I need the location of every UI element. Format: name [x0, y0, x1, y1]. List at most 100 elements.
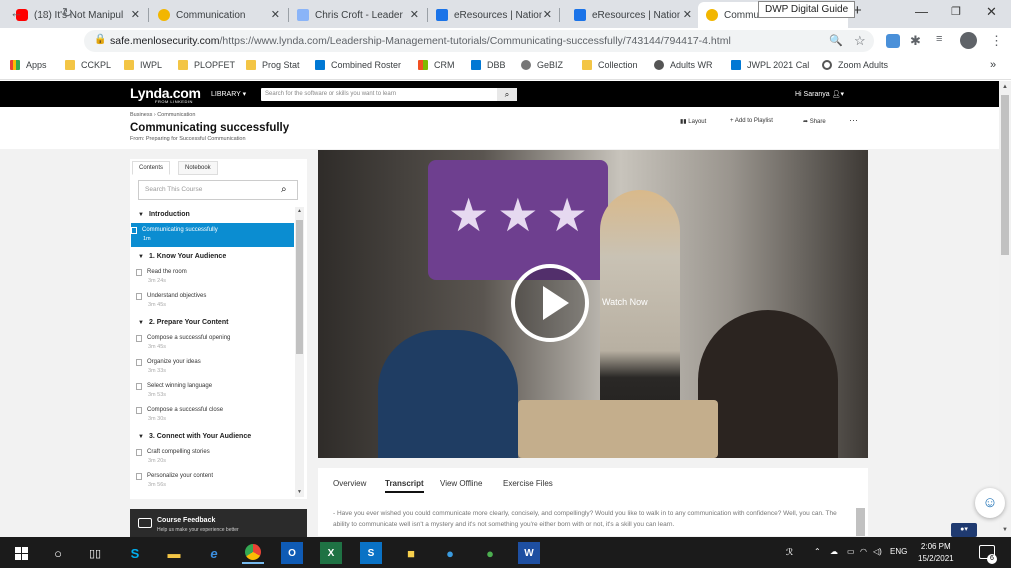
close-icon[interactable]: ✕	[543, 8, 552, 21]
star-icon[interactable]: ☆	[854, 33, 866, 49]
section-prepare-content[interactable]: ▼ 2. Prepare Your Content	[138, 319, 228, 326]
close-icon[interactable]: ✕	[131, 8, 140, 21]
zoom-search-icon[interactable]: 🔍	[829, 34, 843, 47]
tab-youtube[interactable]: (18) It's Not Manipul ✕	[8, 2, 146, 28]
close-window-button[interactable]: ✕	[986, 4, 997, 20]
scroll-up-icon[interactable]: ▲	[1002, 84, 1008, 90]
tab-exercise-files[interactable]: Exercise Files	[503, 479, 553, 488]
site-search-input[interactable]: Search for the software or skills you wa…	[261, 88, 517, 101]
watch-now-label[interactable]: Watch Now	[602, 297, 648, 307]
video-item[interactable]: Read the room 3m 24s	[136, 269, 294, 284]
breadcrumb[interactable]: Business › Communication	[130, 112, 195, 118]
video-player[interactable]: ★★★	[318, 150, 868, 458]
file-explorer-icon[interactable]: ▬	[163, 542, 185, 564]
chevron-up-icon[interactable]: ⌃	[814, 547, 821, 556]
video-item[interactable]: Compose a successful close 3m 30s	[136, 407, 294, 422]
back-arrow-icon[interactable]: ←	[10, 5, 23, 20]
scroll-down-icon[interactable]: ▼	[1002, 527, 1008, 533]
video-item[interactable]: Select winning language 3m 53s	[136, 383, 294, 398]
language-indicator[interactable]: ENG	[890, 547, 907, 556]
tab-eresources-1[interactable]: eResources | Nationa ✕	[428, 2, 558, 28]
extension-icon[interactable]	[886, 34, 900, 48]
tab-chris-croft[interactable]: Chris Croft - Leaders ✕	[289, 2, 425, 28]
chrome-icon[interactable]	[242, 542, 264, 564]
puzzle-icon[interactable]: ✱	[910, 33, 921, 49]
search-icon[interactable]: ⌕	[497, 88, 517, 101]
reading-list-icon[interactable]: ≡	[936, 33, 942, 45]
scroll-up-icon[interactable]: ▲	[297, 208, 302, 214]
app-icon[interactable]: ●	[439, 542, 461, 564]
globe-icon[interactable]: ●	[479, 542, 501, 564]
more-options-icon[interactable]: ···	[849, 115, 858, 125]
search-icon[interactable]: ○	[47, 542, 69, 564]
bookmark-apps[interactable]: Apps	[10, 60, 47, 70]
video-item[interactable]: Craft compelling stories 3m 20s	[136, 449, 294, 464]
sidebar-scroll-thumb[interactable]	[296, 220, 303, 354]
url-field[interactable]: 🔒 safe.menlosecurity.com/https://www.lyn…	[84, 30, 874, 52]
tab-overview[interactable]: Overview	[333, 479, 366, 488]
people-icon[interactable]: ℛ	[786, 547, 793, 558]
bookmark-folder[interactable]: Collection	[582, 60, 638, 70]
bookmark-sharepoint[interactable]: JWPL 2021 Cal	[731, 60, 809, 70]
bookmark-folder[interactable]: CCKPL	[65, 60, 111, 70]
video-item[interactable]: Organize your ideas 3m 33s	[136, 359, 294, 374]
system-clock[interactable]: 2:06 PM 15/2/2021	[918, 541, 954, 565]
chat-help-icon[interactable]: ☺	[975, 488, 1005, 518]
section-know-audience[interactable]: ▼ 1. Know Your Audience	[138, 253, 226, 260]
bookmark-crm[interactable]: CRM	[418, 60, 455, 70]
tab-eresources-2[interactable]: eResources | Nationa ✕	[566, 2, 698, 28]
bookmark-sharepoint[interactable]: DBB	[471, 60, 506, 70]
transcript-text[interactable]: - Have you ever wished you could communi…	[333, 508, 843, 536]
video-item-selected[interactable]: Communicating successfully 1m	[131, 223, 294, 247]
section-connect-audience[interactable]: ▼ 3. Connect with Your Audience	[138, 433, 251, 440]
scroll-down-icon[interactable]: ▼	[297, 489, 302, 495]
word-icon[interactable]: W	[518, 542, 540, 564]
restore-button[interactable]: ❐	[951, 5, 961, 18]
sharepoint-icon[interactable]: S	[360, 542, 382, 564]
forward-arrow-icon[interactable]: →	[37, 5, 50, 20]
close-icon[interactable]: ✕	[271, 8, 280, 21]
bookmark-folder[interactable]: Prog Stat	[246, 60, 300, 70]
profile-icon[interactable]	[960, 32, 977, 49]
tab-notebook[interactable]: Notebook	[178, 161, 218, 175]
video-item[interactable]: Personalize your content 3m 56s	[136, 473, 294, 488]
task-view-icon[interactable]: ▯▯	[84, 542, 106, 564]
play-button[interactable]	[511, 264, 589, 342]
close-icon[interactable]: ✕	[683, 8, 692, 21]
tab-view-offline[interactable]: View Offline	[440, 479, 482, 488]
windows-start-icon[interactable]	[10, 542, 32, 564]
more-bookmarks-icon[interactable]: »	[990, 59, 996, 71]
library-menu[interactable]: LIBRARY ▾	[211, 90, 246, 98]
page-scroll-thumb[interactable]	[1001, 95, 1009, 255]
course-feedback-button[interactable]: Course Feedback Help us make your experi…	[130, 509, 307, 539]
bookmark-adults-wr[interactable]: Adults WR	[654, 60, 713, 70]
wifi-icon[interactable]: ◠	[860, 547, 867, 556]
skype-icon[interactable]: S	[124, 542, 146, 564]
bookmark-zoom[interactable]: Zoom Adults	[822, 60, 888, 70]
search-icon[interactable]: ⌕	[281, 184, 287, 195]
minimize-button[interactable]: —	[915, 4, 928, 19]
layout-button[interactable]: ▮▮ Layout	[680, 118, 706, 125]
menu-icon[interactable]: ⋮	[990, 33, 1003, 49]
course-search-input[interactable]: Search This Course	[138, 180, 298, 200]
video-item[interactable]: Compose a successful opening 3m 45s	[136, 335, 294, 350]
sticky-notes-icon[interactable]: ■	[400, 542, 422, 564]
tab-contents[interactable]: Contents	[132, 161, 171, 175]
share-button[interactable]: ➦ Share	[803, 118, 826, 125]
transcript-scroll-thumb[interactable]	[856, 508, 865, 536]
reload-icon[interactable]: ↻	[62, 5, 73, 21]
excel-icon[interactable]: X	[320, 542, 342, 564]
course-source[interactable]: From: Preparing for Successful Communica…	[130, 136, 246, 142]
bookmark-gebiz[interactable]: GeBIZ	[521, 60, 563, 70]
outlook-icon[interactable]: O	[281, 542, 303, 564]
add-to-playlist-button[interactable]: + Add to Playlist	[730, 118, 773, 124]
section-introduction[interactable]: ▼ Introduction	[138, 211, 190, 218]
volume-icon[interactable]: ◁)	[873, 547, 882, 556]
user-menu[interactable]: Hi Saranya 👤︎▾	[795, 90, 844, 98]
bookmark-sharepoint[interactable]: Combined Roster	[315, 60, 401, 70]
video-item[interactable]: Understand objectives 3m 45s	[136, 293, 294, 308]
language-widget-icon[interactable]: ●▾	[951, 523, 977, 537]
close-icon[interactable]: ✕	[410, 8, 419, 21]
edge-icon[interactable]: e	[203, 542, 225, 564]
bookmark-folder[interactable]: IWPL	[124, 60, 162, 70]
